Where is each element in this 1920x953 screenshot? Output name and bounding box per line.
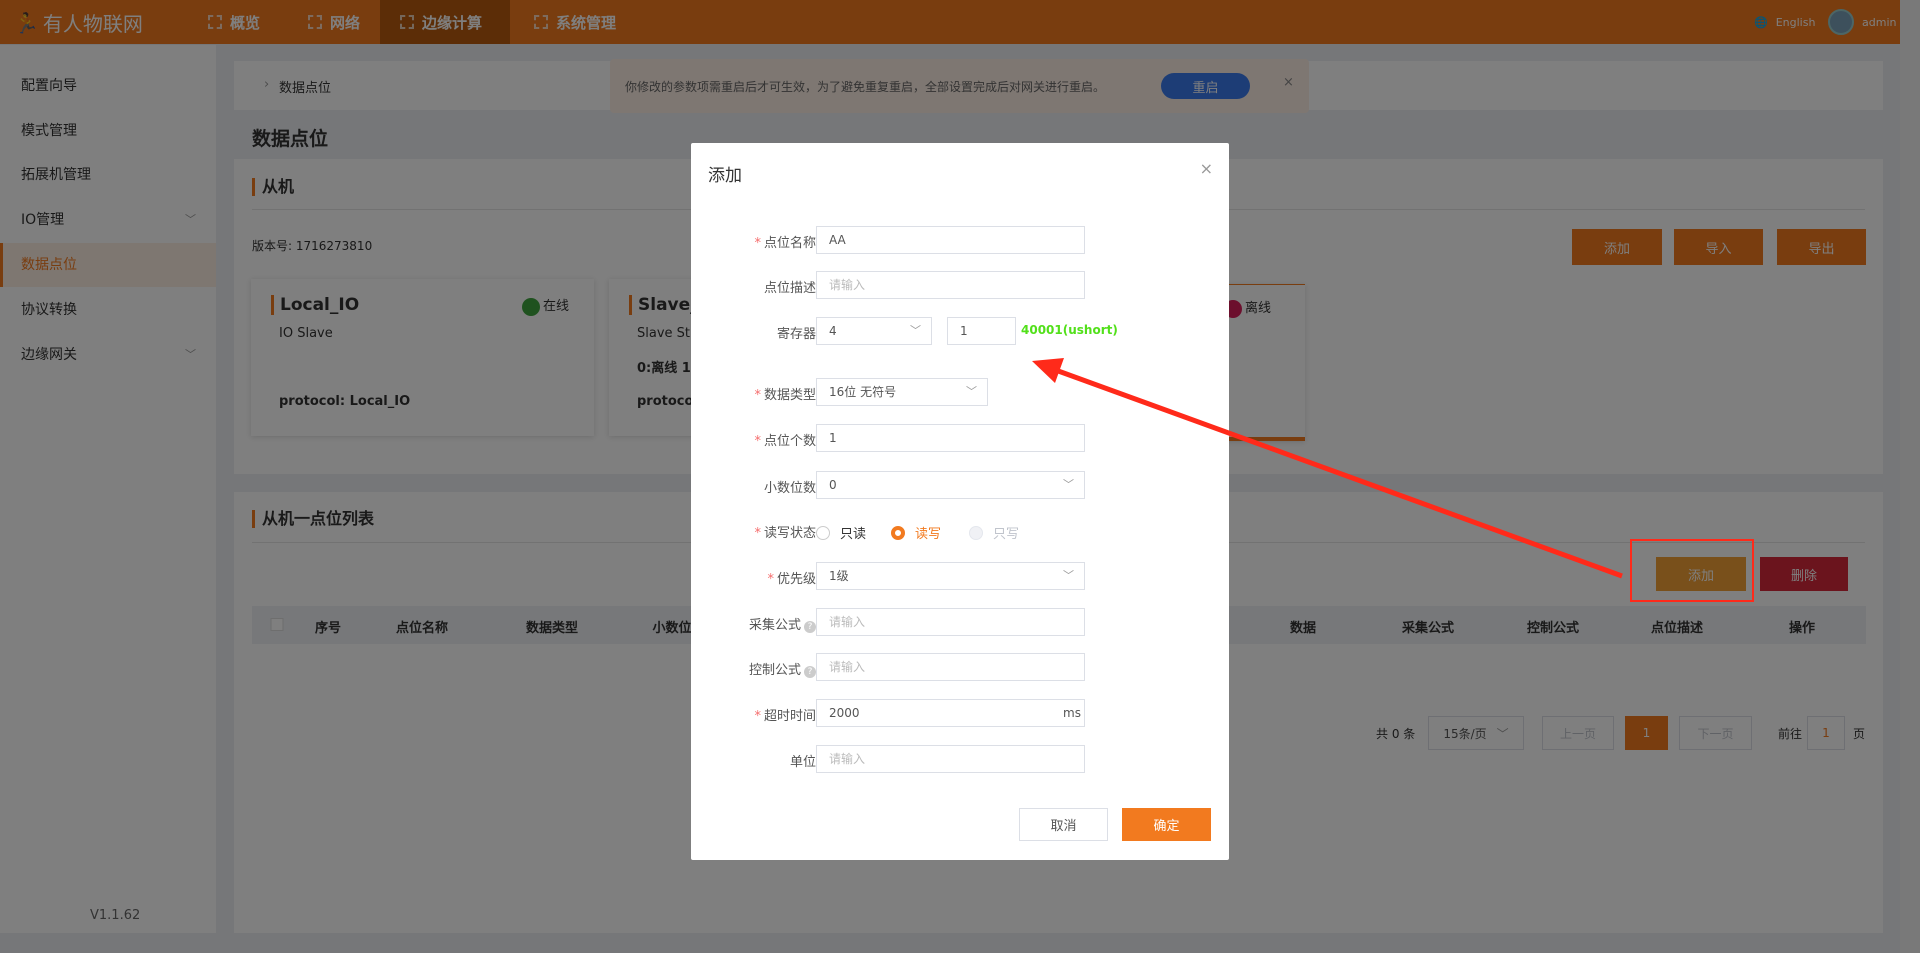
field-desc: 点位描述 请输入 [691,271,1229,299]
description-input[interactable]: 请输入 [816,271,1085,299]
field-register: 寄存器 4 ﹀ 1 40001(ushort) [691,317,1229,345]
field-collect: 采集公式? 请输入 [691,608,1229,636]
count-input[interactable]: 1 [816,424,1085,452]
field-decimals: 小数位数 0 ﹀ [691,471,1229,499]
chevron-down-icon: ﹀ [1063,478,1074,491]
data-type-select[interactable]: 16位 无符号 ﹀ [816,378,988,406]
close-icon[interactable]: × [1200,159,1213,178]
field-data-type: * 数据类型 16位 无符号 ﹀ [691,378,1229,406]
timeout-input[interactable]: 2000 ms [816,699,1085,727]
chevron-down-icon: ﹀ [910,324,921,337]
radio-read-only[interactable]: 只读 [816,523,866,542]
priority-select[interactable]: 1级 ﹀ [816,562,1085,590]
field-priority: * 优先级 1级 ﹀ [691,562,1229,590]
field-timeout: * 超时时间 2000 ms [691,699,1229,727]
cancel-button[interactable]: 取消 [1019,808,1108,841]
help-icon: ? [804,621,816,633]
decimals-select[interactable]: 0 ﹀ [816,471,1085,499]
register-hint: 40001(ushort) [1021,323,1118,337]
confirm-button[interactable]: 确定 [1122,808,1211,841]
field-rw: * 读写状态 只读 读写 只写 [691,516,1229,544]
field-count: * 点位个数 1 [691,424,1229,452]
dialog-title: 添加 [708,166,742,186]
unit-input[interactable]: 请输入 [816,745,1085,773]
chevron-down-icon: ﹀ [966,385,977,398]
annotation-highlight-box [1630,539,1754,602]
field-unit: 单位 请输入 [691,745,1229,773]
register-address-input[interactable]: 1 [947,317,1016,345]
control-formula-input[interactable]: 请输入 [816,653,1085,681]
add-point-dialog: 添加 × * 点位名称 AA 点位描述 请输入 寄存器 4 ﹀ 1 40001(usho… [691,143,1229,860]
collect-formula-input[interactable]: 请输入 [816,608,1085,636]
help-icon: ? [804,666,816,678]
radio-write-only[interactable]: 只写 [969,523,1019,542]
name-input[interactable]: AA [816,226,1085,254]
unit-suffix: ms [1063,706,1081,720]
field-control: 控制公式? 请输入 [691,653,1229,681]
radio-read-write[interactable]: 读写 [891,523,941,542]
chevron-down-icon: ﹀ [1063,569,1074,582]
field-name: * 点位名称 AA [691,226,1229,254]
register-type-select[interactable]: 4 ﹀ [816,317,932,345]
